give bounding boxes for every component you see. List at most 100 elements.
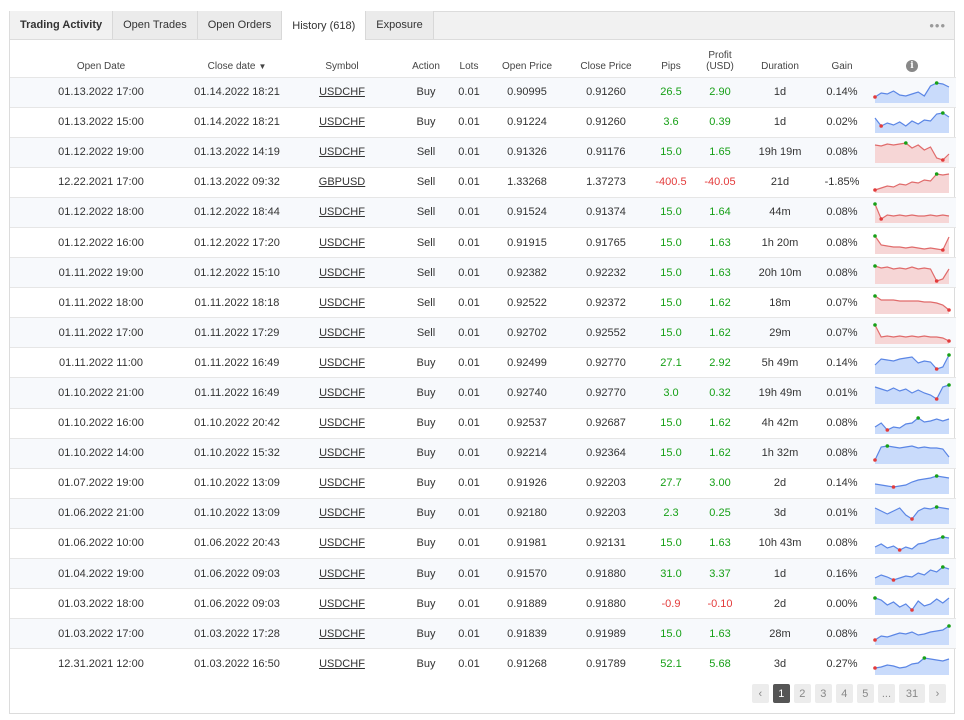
close-date-cell: 01.10.2022 20:42 xyxy=(194,417,280,430)
table-row[interactable]: 01.11.2022 18:00 01.11.2022 18:18 USDCHF Se… xyxy=(10,287,956,318)
table-row[interactable]: 01.03.2022 18:00 01.06.2022 09:03 USDCHF Bu… xyxy=(10,588,956,619)
close-price-cell: 0.91374 xyxy=(586,206,626,219)
col-action[interactable]: Action xyxy=(402,40,450,77)
page-button-5[interactable]: 5 xyxy=(856,684,874,703)
col-lots[interactable]: Lots xyxy=(450,40,488,77)
symbol-link[interactable]: USDCHF xyxy=(282,498,402,528)
table-row[interactable]: 01.04.2022 19:00 01.06.2022 09:03 USDCHF Bu… xyxy=(10,558,956,589)
info-icon[interactable]: i xyxy=(906,59,918,72)
table-row[interactable]: 01.03.2022 17:00 01.03.2022 17:28 USDCHF Bu… xyxy=(10,618,956,649)
col-duration[interactable]: Duration xyxy=(744,40,816,77)
symbol-link[interactable]: USDCHF xyxy=(282,378,402,408)
gain-cell: 0.14% xyxy=(826,356,858,369)
table-row[interactable]: 01.12.2022 18:00 01.12.2022 18:44 USDCHF Se… xyxy=(10,197,956,228)
page-button-31[interactable]: 31 xyxy=(899,684,925,703)
pips-cell: 3.6 xyxy=(663,116,679,129)
tab-exposure[interactable]: Exposure xyxy=(366,11,434,39)
table-row[interactable]: 01.06.2022 21:00 01.10.2022 13:09 USDCHF Bu… xyxy=(10,498,956,529)
symbol-link[interactable]: USDCHF xyxy=(282,288,402,318)
lots-cell: 0.01 xyxy=(458,176,480,189)
profit-cell: 1.62 xyxy=(709,296,731,309)
page-button-4[interactable]: 4 xyxy=(835,684,853,703)
symbol-link[interactable]: USDCHF xyxy=(282,528,402,558)
sparkline-max-marker xyxy=(873,595,877,600)
symbol-link[interactable]: USDCHF xyxy=(282,77,402,107)
symbol-link[interactable]: USDCHF xyxy=(282,318,402,348)
close-date-cell: 01.12.2022 18:44 xyxy=(194,206,280,219)
pips-cell: 15.0 xyxy=(660,627,682,640)
action-cell: Sell xyxy=(416,296,436,309)
sparkline-max-marker xyxy=(947,383,951,387)
lots-cell: 0.01 xyxy=(458,116,480,129)
tab-trading-activity[interactable]: Trading Activity xyxy=(10,11,114,39)
page-button-2[interactable]: 2 xyxy=(793,684,811,703)
table-row[interactable]: 12.31.2021 12:00 01.03.2022 16:50 USDCHF Bu… xyxy=(10,648,956,679)
gain-cell: 0.08% xyxy=(826,417,858,430)
pips-cell: 2.3 xyxy=(663,507,679,520)
table-row[interactable]: 01.10.2022 21:00 01.11.2022 16:49 USDCHF Bu… xyxy=(10,377,956,409)
symbol-link[interactable]: USDCHF xyxy=(282,227,402,257)
table-row[interactable]: 01.06.2022 10:00 01.06.2022 20:43 USDCHF Bu… xyxy=(10,528,956,558)
close-date-cell: 01.12.2022 15:10 xyxy=(194,266,280,279)
page-button-1[interactable]: 1 xyxy=(772,684,790,703)
symbol-link[interactable]: USDCHF xyxy=(282,137,402,167)
symbol-link[interactable]: USDCHF xyxy=(282,107,402,137)
open-price-cell: 0.91981 xyxy=(507,537,547,550)
gain-cell: 0.02% xyxy=(826,116,858,129)
col-open-price[interactable]: Open Price xyxy=(488,40,566,77)
more-options-icon[interactable]: ••• xyxy=(929,18,946,33)
close-price-cell: 0.91260 xyxy=(586,86,626,99)
table-row[interactable]: 01.12.2022 19:00 01.13.2022 14:19 USDCHF Se… xyxy=(10,137,956,168)
gain-cell: 0.01% xyxy=(826,507,858,520)
open-price-cell: 0.92522 xyxy=(507,296,547,309)
symbol-link[interactable]: USDCHF xyxy=(282,197,402,227)
open-date-cell: 01.07.2022 19:00 xyxy=(58,477,144,490)
pips-cell: 26.5 xyxy=(660,86,682,99)
next-page-button[interactable]: › xyxy=(929,684,946,703)
col-profit[interactable]: Profit (USD) xyxy=(696,40,744,77)
col-close-date[interactable]: Close date ▼ xyxy=(192,40,282,77)
pips-cell: 15.0 xyxy=(660,266,682,279)
symbol-link[interactable]: USDCHF xyxy=(282,408,402,438)
col-pips[interactable]: Pips xyxy=(646,40,696,77)
tab-open-orders[interactable]: Open Orders xyxy=(197,11,283,39)
table-row[interactable]: 12.22.2021 17:00 01.13.2022 09:32 GBPUSD Se… xyxy=(10,167,956,197)
symbol-link[interactable]: GBPUSD xyxy=(282,167,402,197)
profit-cell: 3.37 xyxy=(709,567,731,580)
close-price-cell: 0.92203 xyxy=(586,477,626,490)
col-open-date[interactable]: Open Date xyxy=(10,40,192,77)
history-table: Open Date Close date ▼ Symbol Action Lots… xyxy=(10,40,956,679)
sparkline-min-marker xyxy=(897,548,902,553)
symbol-link[interactable]: USDCHF xyxy=(282,559,402,589)
page-button-3[interactable]: 3 xyxy=(814,684,832,703)
symbol-link[interactable]: USDCHF xyxy=(282,619,402,649)
symbol-link[interactable]: USDCHF xyxy=(282,438,402,468)
symbol-link[interactable]: USDCHF xyxy=(282,589,402,619)
col-close-price[interactable]: Close Price xyxy=(566,40,646,77)
table-row[interactable]: 01.10.2022 14:00 01.10.2022 15:32 USDCHF Bu… xyxy=(10,438,956,469)
table-row[interactable]: 01.13.2022 17:00 01.14.2022 18:21 USDCHF Bu… xyxy=(10,77,956,108)
col-gain[interactable]: Gain xyxy=(816,40,868,77)
table-row[interactable]: 01.11.2022 11:00 01.11.2022 16:49 USDCHF Bu… xyxy=(10,347,956,378)
col-symbol[interactable]: Symbol xyxy=(282,40,402,77)
symbol-link[interactable]: USDCHF xyxy=(282,468,402,498)
tab-open-trades[interactable]: Open Trades xyxy=(113,11,198,39)
table-row[interactable]: 01.12.2022 16:00 01.12.2022 17:20 USDCHF Se… xyxy=(10,227,956,257)
sparkline-max-marker xyxy=(873,263,877,268)
action-cell: Buy xyxy=(416,86,436,99)
duration-cell: 18m xyxy=(769,296,791,309)
symbol-link[interactable]: USDCHF xyxy=(282,649,402,679)
table-row[interactable]: 01.11.2022 17:00 01.11.2022 17:29 USDCHF Se… xyxy=(10,317,956,348)
sparkline-area xyxy=(875,324,949,344)
table-row[interactable]: 01.10.2022 16:00 01.10.2022 20:42 USDCHF Bu… xyxy=(10,408,956,438)
table-row[interactable]: 01.11.2022 19:00 01.12.2022 15:10 USDCHF Se… xyxy=(10,257,956,288)
tab-history[interactable]: History (618) xyxy=(282,11,367,40)
table-row[interactable]: 01.13.2022 15:00 01.14.2022 18:21 USDCHF Bu… xyxy=(10,107,956,137)
sparkline-max-marker xyxy=(947,353,951,357)
sparkline-min-marker xyxy=(879,124,883,128)
table-row[interactable]: 01.07.2022 19:00 01.10.2022 13:09 USDCHF Bu… xyxy=(10,468,956,498)
symbol-link[interactable]: USDCHF xyxy=(282,258,402,288)
prev-page-button[interactable]: ‹ xyxy=(751,684,769,703)
symbol-link[interactable]: USDCHF xyxy=(282,348,402,378)
col-chart: i xyxy=(868,40,956,77)
